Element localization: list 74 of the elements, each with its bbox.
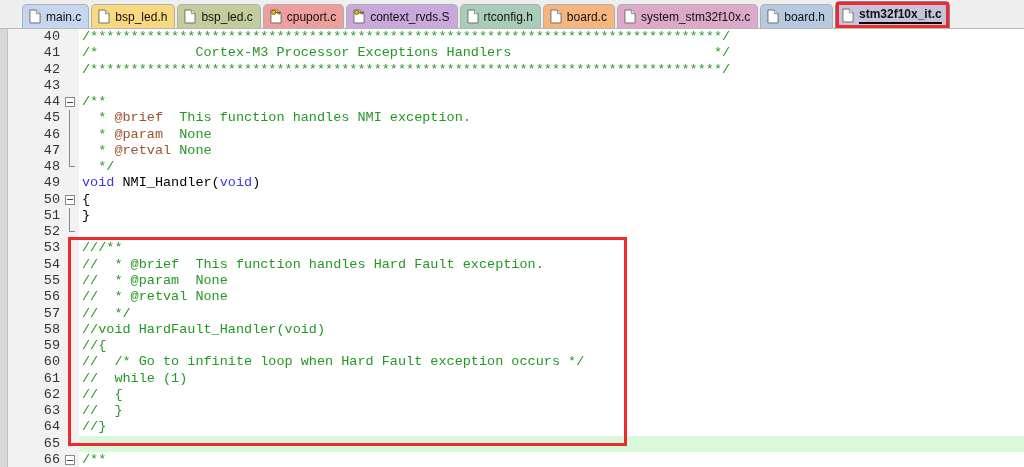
line-number: 42 [42,61,60,78]
code-line: /******************************************************************************/ [82,29,731,44]
line-number: 40 [42,29,60,46]
code-line: void NMI_Handler(void) [82,175,261,191]
file-key-icon [269,9,282,24]
code-line: // while (1) [82,370,188,386]
code-line: */ [97,159,115,175]
line-number: 49 [42,175,60,192]
file-icon [98,9,111,24]
code-line: * @brief This function handles NMI exception. [97,110,471,126]
code-line: //{ [82,338,107,354]
fold-toggle-icon[interactable] [64,455,75,466]
line-number: 51 [42,207,60,225]
code-line: ///** [82,240,123,256]
file-tab[interactable]: stm32f10x_it.c [834,1,950,28]
file-icon [549,9,562,24]
file-tab[interactable]: context_rvds.S [346,4,458,28]
code-line: /* Cortex-M3 Processor Exceptions Handlers */ [82,45,731,61]
line-number: 45 [42,110,60,127]
file-icon [841,7,854,23]
code-line: // * @retval None [82,289,228,305]
code-line: // * @brief This function handles Hard Fault exception. [82,256,544,272]
line-number: 65 [42,435,60,452]
file-tab[interactable]: cpuport.c [262,4,345,28]
file-tab[interactable]: system_stm32f10x.c [616,4,759,28]
line-number: 61 [42,370,60,387]
line-number: 44 [42,94,60,111]
file-key-icon [353,9,366,24]
code-line: // { [82,386,123,402]
file-icon [623,9,636,24]
code-line: } [82,207,91,223]
code-line: // } [82,403,123,419]
fold-toggle-icon[interactable] [64,194,75,205]
file-tab[interactable]: bsp_led.h [91,4,176,28]
line-number: 54 [42,256,60,273]
code-line: { [82,191,91,207]
line-number: 46 [42,126,60,143]
line-number: 64 [42,419,60,436]
line-number: 47 [42,142,60,160]
line-number: 50 [42,191,60,208]
file-icon [767,9,780,24]
code-line: * @param None [97,126,212,142]
line-number: 59 [42,338,60,355]
file-icon [466,9,479,24]
line-number: 55 [42,273,60,290]
line-number: 52 [42,224,60,241]
line-number: 60 [42,354,60,371]
line-number: 48 [42,159,60,176]
line-number: 41 [42,45,60,62]
file-tab[interactable]: bsp_led.c [177,4,261,28]
code-line: * @retval None [97,142,212,158]
file-icon [29,9,41,24]
file-tab[interactable]: rtconfig.h [459,4,541,28]
line-number: 56 [42,289,60,306]
code-line: // */ [82,305,131,321]
code-line: //void HardFault_Handler(void) [82,321,326,337]
line-number: 53 [42,240,60,257]
code-line: // /* Go to infinite loop when Hard Fault exception occurs */ [82,354,585,370]
code-line: // * @param None [82,273,228,288]
line-number: 57 [42,305,60,322]
file-tab[interactable]: main.c [22,4,90,28]
line-number: 58 [42,321,60,339]
code-line: /******************************************************************************/ [82,61,731,77]
line-number: 66 [42,451,60,467]
code-line: //} [82,419,107,435]
file-tab[interactable]: board.c [542,4,615,28]
file-tab[interactable]: board.h [760,4,833,28]
line-number: 63 [42,403,60,420]
line-number: 62 [42,386,60,404]
line-number: 43 [42,77,60,95]
code-line: /** [82,94,107,110]
code-line: /** [82,451,107,467]
file-icon [184,9,197,24]
fold-toggle-icon[interactable] [64,97,75,108]
